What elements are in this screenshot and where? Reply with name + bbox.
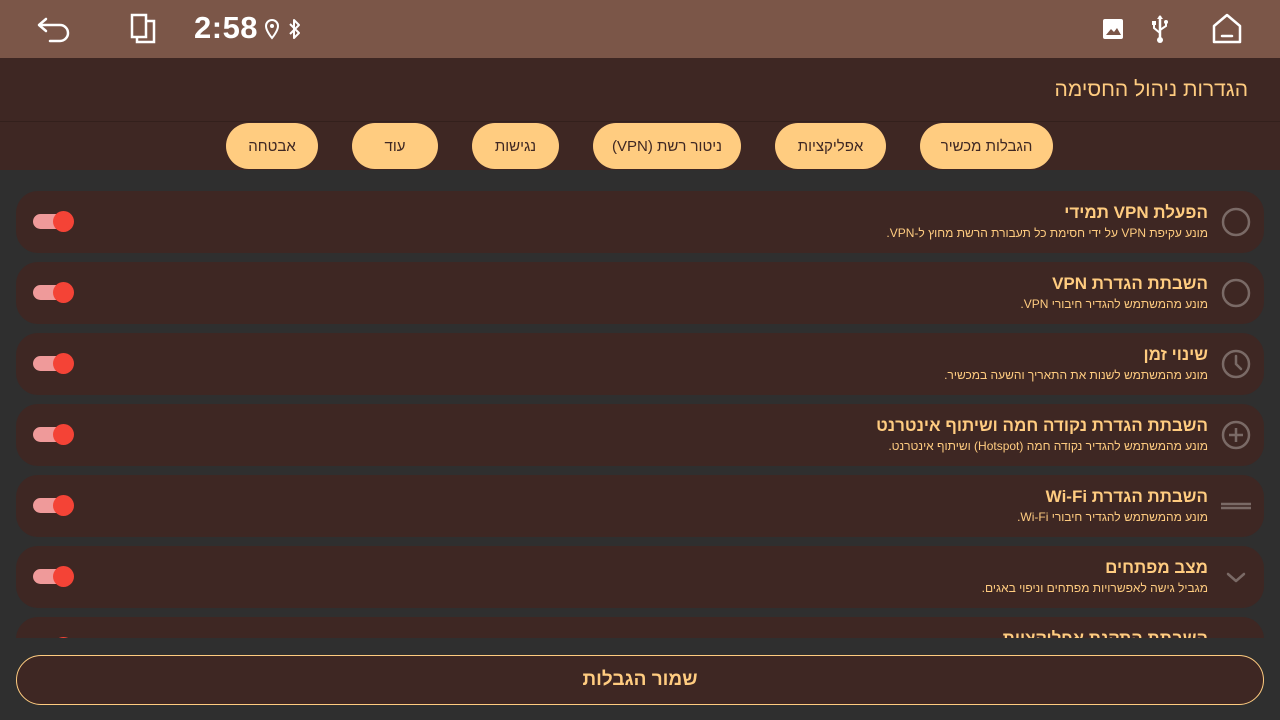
item-description: מונע מהמשתמש להגדיר חיבורי VPN. (1020, 297, 1208, 311)
tab-security[interactable]: אבטחה (226, 123, 318, 169)
always-on-vpn-toggle[interactable] (33, 211, 74, 232)
bluetooth-icon (289, 19, 300, 39)
tab-more[interactable]: עוד (352, 123, 438, 169)
page-title: הגדרות ניהול החסימה (1054, 78, 1248, 101)
item-title: הפעלת VPN תמידי (1064, 203, 1208, 222)
time-change-toggle[interactable] (33, 353, 74, 374)
image-icon (1103, 19, 1123, 39)
tab-device-restrictions[interactable]: הגבלות מכשיר (920, 123, 1053, 169)
save-restrictions-button[interactable]: שמור הגבלות (16, 655, 1264, 705)
recents-icon[interactable] (128, 12, 158, 46)
circle-outline-icon (1221, 278, 1251, 308)
disable-wifi-config-toggle[interactable] (33, 495, 74, 516)
tab-vpn-monitoring[interactable]: ניטור רשת (VPN) (593, 123, 741, 169)
app-header: הגדרות ניהול החסימה (0, 58, 1280, 122)
item-description: מונע מהמשתמש להגדיר נקודה חמה (Hotspot) … (888, 439, 1208, 453)
developer-mode-toggle[interactable] (33, 566, 74, 587)
location-icon (264, 18, 280, 40)
list-item-disable-vpn-config[interactable]: השבתת הגדרת VPN מונע מהמשתמש להגדיר חיבו… (16, 262, 1264, 324)
disable-hotspot-toggle[interactable] (33, 424, 74, 445)
restrictions-list[interactable]: הפעלת VPN תמידי מונע עקיפת VPN על ידי חס… (0, 170, 1280, 638)
list-item-time-change[interactable]: שינוי זמן מונע מהמשתמש לשנות את התאריך ו… (16, 333, 1264, 395)
tab-apps[interactable]: אפליקציות (775, 123, 886, 169)
item-description: מגביל גישה לאפשרויות מפתחים וניפוי באגים… (981, 581, 1208, 595)
list-item-disable-hotspot[interactable]: השבתת הגדרת נקודה חמה ושיתוף אינטרנט מונ… (16, 404, 1264, 466)
usb-icon (1152, 15, 1168, 43)
status-bar: 2:58 (0, 0, 1280, 58)
item-title: השבתת הגדרת Wi-Fi (1045, 487, 1208, 506)
clock-icon (1221, 349, 1251, 379)
item-title: השבתת הגדרת נקודה חמה ושיתוף אינטרנט (876, 416, 1208, 435)
plus-circle-icon (1221, 420, 1251, 450)
equals-icon (1221, 502, 1251, 510)
list-item-always-on-vpn[interactable]: הפעלת VPN תמידי מונע עקיפת VPN על ידי חס… (16, 191, 1264, 253)
item-title: השבתת התקנת אפליקציות (1003, 629, 1208, 638)
item-description: מונע מהמשתמש לשנות את התאריך והשעה במכשי… (944, 368, 1208, 382)
item-description: מונע עקיפת VPN על ידי חסימת כל תעבורת הר… (886, 226, 1208, 240)
home-icon[interactable] (1211, 12, 1243, 46)
disable-vpn-config-toggle[interactable] (33, 282, 74, 303)
chevron-down-icon (1226, 572, 1246, 583)
list-item-developer-mode[interactable]: מצב מפתחים מגביל גישה לאפשרויות מפתחים ו… (16, 546, 1264, 608)
circle-outline-icon (1221, 207, 1251, 237)
tab-accessibility[interactable]: נגישות (472, 123, 559, 169)
back-icon[interactable] (36, 13, 72, 45)
item-title: מצב מפתחים (1105, 558, 1208, 577)
list-item-disable-wifi-config[interactable]: השבתת הגדרת Wi-Fi מונע מהמשתמש להגדיר חי… (16, 475, 1264, 537)
list-item-disable-app-install[interactable]: השבתת התקנת אפליקציות (16, 617, 1264, 638)
item-description: מונע מהמשתמש להגדיר חיבורי Wi-Fi. (1017, 510, 1208, 524)
status-clock: 2:58 (194, 10, 259, 45)
footer: שמור הגבלות (0, 638, 1280, 720)
item-title: שינוי זמן (1143, 345, 1208, 364)
tab-bar: אבטחה עוד נגישות ניטור רשת (VPN) אפליקצי… (0, 122, 1280, 170)
item-title: השבתת הגדרת VPN (1052, 274, 1208, 293)
